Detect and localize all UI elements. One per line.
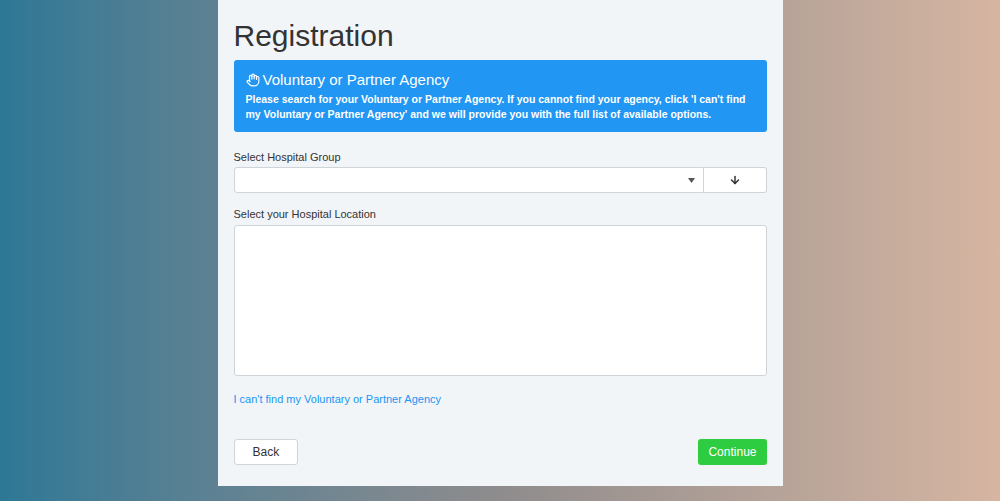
hospital-group-button[interactable] bbox=[704, 167, 767, 193]
notice-body: Please search for your Voluntary or Part… bbox=[246, 92, 755, 122]
page-title: Registration bbox=[234, 18, 767, 54]
page: Registration Voluntary or Partner AgencyP… bbox=[0, 0, 1000, 501]
notice-box: Voluntary or Partner AgencyPlease search… bbox=[234, 60, 767, 132]
hospital-location-label: Select your Hospital Location bbox=[234, 207, 767, 221]
hospital-group-select[interactable] bbox=[234, 167, 704, 193]
cant-find-agency-link[interactable]: I can't find my Voluntary or Partner Age… bbox=[234, 392, 442, 406]
caret-down-icon bbox=[688, 178, 695, 183]
hospital-location-list[interactable] bbox=[234, 225, 767, 376]
arrow-down-icon bbox=[729, 174, 741, 186]
back-button[interactable]: Back bbox=[234, 439, 299, 465]
notice-title: Voluntary or Partner Agency bbox=[263, 70, 450, 90]
hospital-group-field bbox=[234, 167, 767, 193]
notice-header: Voluntary or Partner Agency bbox=[246, 70, 755, 90]
hospital-group-label: Select Hospital Group bbox=[234, 150, 767, 164]
button-row: Back Continue bbox=[234, 439, 767, 465]
continue-button[interactable]: Continue bbox=[698, 439, 766, 465]
registration-panel: Registration Voluntary or Partner AgencyP… bbox=[218, 0, 783, 486]
hand-icon bbox=[246, 73, 260, 87]
